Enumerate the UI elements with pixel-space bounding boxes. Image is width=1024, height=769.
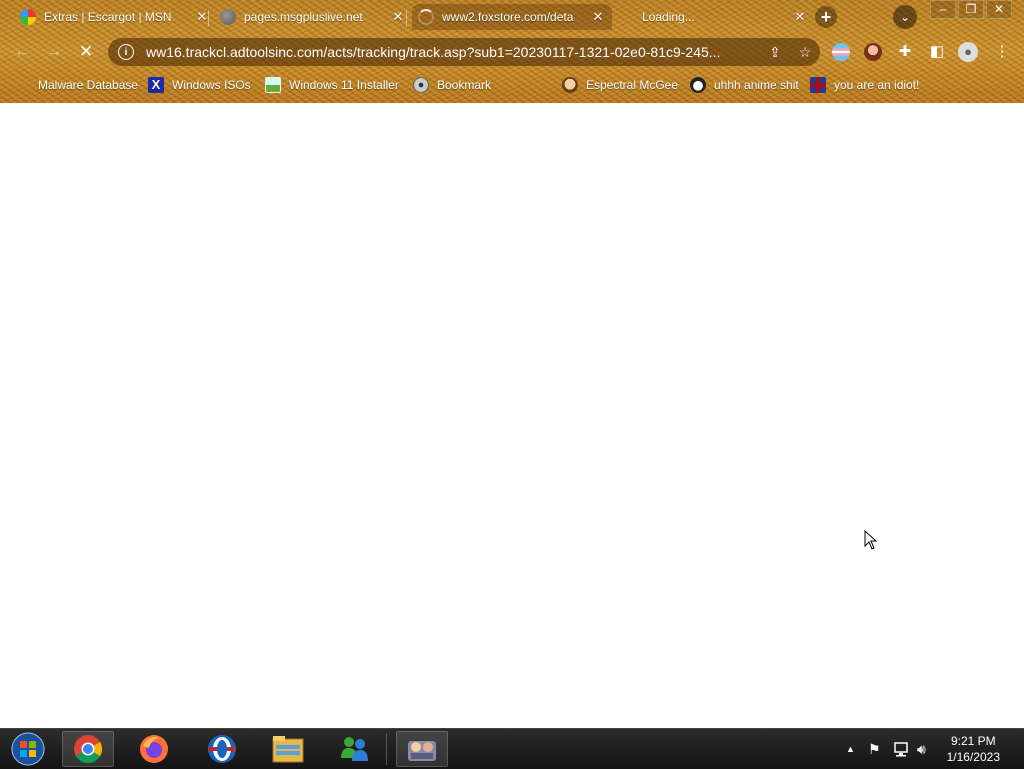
close-window-button[interactable]: ✕ [986, 0, 1012, 19]
opera-icon [208, 735, 236, 763]
taskbar-app[interactable] [396, 731, 448, 767]
face-icon [562, 77, 578, 93]
bookmarks-bar: Malware Database X Windows ISOs Windows … [0, 72, 1024, 98]
globe-icon [220, 9, 236, 25]
taskbar-chrome[interactable] [62, 731, 114, 767]
share-icon[interactable]: ⇪ [766, 44, 784, 61]
trans-flag-extension-icon[interactable] [832, 43, 850, 61]
page-content-area[interactable] [0, 103, 1024, 728]
tab-msgpluslive[interactable]: pages.msgpluslive.net ✕ [214, 4, 412, 30]
start-button[interactable] [2, 731, 54, 767]
taskbar-firefox[interactable] [128, 731, 180, 767]
system-clock[interactable]: 9:21 PM 1/16/2023 [947, 733, 1000, 765]
taskbar-opera[interactable] [196, 731, 248, 767]
clock-date: 1/16/2023 [946, 750, 1000, 764]
minimize-button[interactable]: – [930, 0, 956, 19]
bookmark-label: Malware Database [38, 78, 139, 92]
tab-title: www2.foxstore.com/deta [442, 10, 574, 24]
mouse-cursor-icon [864, 530, 878, 550]
file-explorer-icon [272, 736, 304, 763]
show-hidden-icons-button[interactable]: ▲ [846, 729, 855, 769]
site-info-icon[interactable]: i [118, 44, 134, 60]
browser-chrome: Extras | Escargot | MSN ✕ pages.msgplusl… [0, 0, 1024, 103]
extensions-puzzle-icon[interactable]: ✚ [895, 42, 915, 62]
chrome-icon [74, 735, 102, 763]
escargot-icon [20, 9, 36, 25]
bookmark-espectral-mcgee[interactable]: Espectral McGee [562, 76, 678, 94]
bookmark-windows-isos[interactable]: X Windows ISOs [148, 76, 251, 94]
image-icon [265, 77, 281, 93]
bookmark-star-icon[interactable]: ☆ [796, 44, 814, 61]
browser-toolbar: ← → ✕ i ww16.trackcl.adtoolsinc.com/acts… [0, 34, 1024, 70]
tab-foxstore[interactable]: www2.foxstore.com/deta ✕ [412, 4, 612, 30]
bookmark-label: uhhh anime shit [714, 78, 799, 92]
action-center-button[interactable]: ⚑ [868, 729, 881, 769]
flag-icon: ⚑ [868, 740, 881, 757]
bookmark-uhhh-anime[interactable]: uhhh anime shit [690, 76, 799, 94]
tab-title: Extras | Escargot | MSN [44, 10, 172, 24]
bookmark-label: Windows ISOs [172, 78, 251, 92]
bookmark-label: Espectral McGee [586, 78, 679, 92]
firefox-icon [140, 735, 168, 763]
taskbar: ▲ ⚑ 🔊︎ 9:21 PM 1/16/2023 [0, 728, 1024, 769]
menu-kebab-icon[interactable]: ⋮ [992, 42, 1012, 62]
close-icon[interactable]: ✕ [390, 9, 406, 25]
bookmark-you-are-an-idiot[interactable]: you are an idiot! [810, 76, 919, 94]
loading-spinner-icon [418, 9, 434, 25]
tab-title: Loading... [642, 10, 695, 24]
tab-separator [208, 10, 209, 26]
bookmark-windows-11-installer[interactable]: Windows 11 Installer [265, 76, 399, 94]
x-logo-icon: X [148, 77, 164, 93]
speaker-icon: 🔊︎ [917, 740, 926, 757]
forward-button[interactable]: → [42, 40, 66, 64]
url-text[interactable]: ww16.trackcl.adtoolsinc.com/acts/trackin… [146, 44, 754, 60]
network-icon [894, 742, 908, 757]
tab-escargot[interactable]: Extras | Escargot | MSN ✕ [14, 4, 216, 30]
taskbar-separator [386, 733, 387, 765]
chevron-up-icon: ▲ [846, 744, 855, 754]
tab-separator [406, 10, 407, 26]
app-icon [408, 741, 436, 761]
blank-favicon [618, 9, 634, 25]
back-button[interactable]: ← [10, 40, 34, 64]
close-icon[interactable]: ✕ [590, 9, 606, 25]
start-orb-icon [11, 732, 45, 766]
bookmark-label: Windows 11 Installer [289, 78, 399, 92]
stop-loading-button[interactable]: ✕ [74, 40, 98, 64]
volume-button[interactable]: 🔊︎ [917, 729, 926, 769]
window-controls: – ❐ ✕ [928, 0, 1012, 19]
new-tab-button[interactable]: + [815, 6, 837, 28]
tab-loading[interactable]: Loading... ✕ [612, 4, 814, 30]
bookmark-label: you are an idiot! [834, 78, 920, 92]
anime-face-icon [690, 77, 706, 93]
tab-strip: Extras | Escargot | MSN ✕ pages.msgplusl… [0, 0, 1024, 34]
side-panel-icon[interactable]: ◧ [927, 42, 947, 62]
tab-search-button[interactable]: ⌄ [893, 5, 917, 29]
bookmark-4[interactable]: Bookmark [413, 76, 491, 94]
taskbar-file-explorer[interactable] [262, 731, 314, 767]
close-icon[interactable]: ✕ [792, 9, 808, 25]
leaf-icon [14, 77, 30, 93]
taskbar-msn-messenger[interactable] [328, 731, 380, 767]
clock-time: 9:21 PM [950, 734, 996, 748]
uk-flag-icon [810, 77, 826, 93]
tab-title: pages.msgpluslive.net [244, 10, 363, 24]
profile-avatar-extension-icon[interactable] [864, 43, 882, 61]
network-button[interactable] [893, 729, 909, 769]
profile-icon[interactable]: ● [958, 42, 978, 62]
msn-messenger-icon [341, 737, 368, 761]
restore-button[interactable]: ❐ [958, 0, 984, 19]
disc-icon [413, 77, 429, 93]
address-bar[interactable]: i ww16.trackcl.adtoolsinc.com/acts/track… [108, 38, 820, 66]
bookmark-malware-database[interactable]: Malware Database [14, 76, 138, 94]
bookmark-label: Bookmark [437, 78, 492, 92]
